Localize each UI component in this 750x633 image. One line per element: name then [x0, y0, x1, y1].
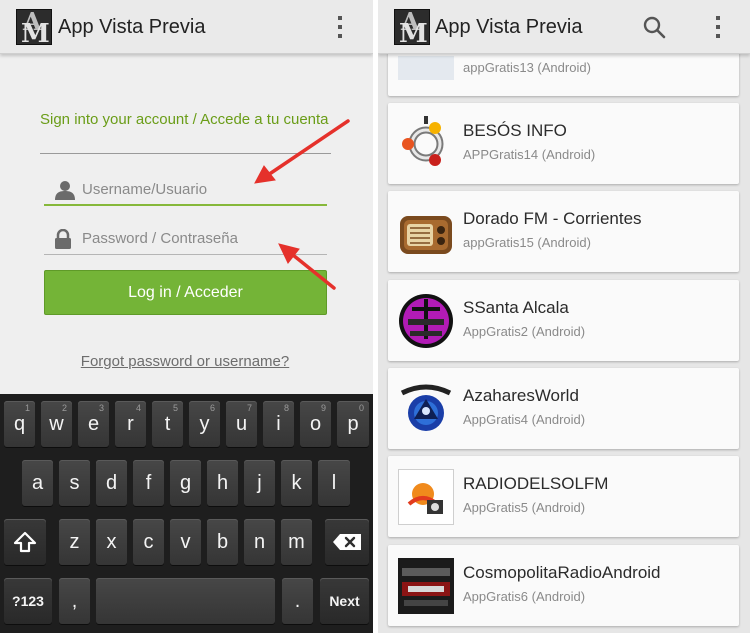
key-b[interactable]: b	[207, 519, 238, 565]
app-list-item[interactable]: RADIODELSOLFM AppGratis5 (Android)	[388, 456, 739, 537]
key-u[interactable]: u7	[226, 401, 257, 447]
annotation-arrows	[254, 119, 350, 290]
app-list-screen: A M App Vista Previa appGratis13 (Androi…	[378, 0, 750, 633]
app-subtitle: AppGratis2 (Android)	[463, 324, 586, 339]
key-d[interactable]: d	[96, 460, 127, 506]
key-l[interactable]: l	[318, 460, 350, 506]
search-icon[interactable]	[642, 15, 666, 39]
space-key[interactable]	[96, 578, 275, 624]
app-list-item[interactable]: CosmopolitaRadioAndroid AppGratis6 (Andr…	[388, 545, 739, 626]
app-name: Dorado FM - Corrientes	[463, 209, 642, 228]
logo-letter-m: M	[21, 19, 50, 45]
app-list-item[interactable]: AzaharesWorld AppGratis4 (Android)	[388, 368, 739, 449]
app-name: BESÓS INFO	[463, 121, 567, 140]
key-h[interactable]: h	[207, 460, 238, 506]
symbols-key[interactable]: ?123	[4, 578, 52, 624]
shift-arrow-icon	[13, 531, 37, 553]
key-p[interactable]: p0	[337, 401, 369, 447]
app-subtitle: APPGratis14 (Android)	[463, 147, 596, 162]
radiodelsol-logo-icon	[398, 469, 454, 525]
password-arrow	[291, 253, 336, 290]
azahares-logo-icon	[398, 381, 454, 437]
username-arrow-head	[254, 165, 276, 184]
key-a[interactable]: a	[22, 460, 53, 506]
app-list-item[interactable]: BESÓS INFO APPGratis14 (Android)	[388, 103, 739, 184]
app-thumbnail-partial	[398, 56, 454, 80]
app-title: App Vista Previa	[58, 16, 206, 38]
app-name: RADIODELSOLFM	[463, 474, 609, 493]
app-logo[interactable]: A M	[16, 9, 52, 45]
cosmopolita-logo-icon	[398, 558, 454, 614]
key-c[interactable]: c	[133, 519, 164, 565]
radio-icon	[398, 204, 454, 260]
app-subtitle: AppGratis6 (Android)	[463, 589, 586, 604]
key-g[interactable]: g	[170, 460, 201, 506]
key-k[interactable]: k	[281, 460, 312, 506]
app-name: SSanta Alcala	[463, 298, 569, 317]
username-arrow	[266, 119, 350, 177]
app-list-item[interactable]: Dorado FM - Corrientes appGratis15 (Andr…	[388, 191, 739, 272]
key-z[interactable]: z	[59, 519, 90, 565]
ubuntu-logo-icon	[398, 116, 454, 172]
key-y[interactable]: y6	[189, 401, 220, 447]
keyboard-row-1: q1 w2 e3 r4 t5 y6 u7 i8 o9 p0	[0, 401, 373, 447]
soft-keyboard: q1 w2 e3 r4 t5 y6 u7 i8 o9 p0 a s d f g …	[0, 394, 373, 633]
app-list-item[interactable]: SSanta Alcala AppGratis2 (Android)	[388, 280, 739, 361]
key-f[interactable]: f	[133, 460, 164, 506]
action-bar: A M App Vista Previa	[0, 0, 373, 54]
key-t[interactable]: t5	[152, 401, 183, 447]
app-title-right: App Vista Previa	[435, 16, 583, 38]
keyboard-row-3: z x c v b n m	[0, 519, 373, 565]
app-subtitle: appGratis13 (Android)	[463, 60, 591, 75]
app-name: CosmopolitaRadioAndroid	[463, 563, 661, 582]
overflow-menu-icon-right[interactable]	[710, 14, 726, 40]
key-i[interactable]: i8	[263, 401, 294, 447]
key-s[interactable]: s	[59, 460, 90, 506]
key-o[interactable]: o9	[300, 401, 331, 447]
period-key[interactable]: .	[282, 578, 313, 624]
key-e[interactable]: e3	[78, 401, 109, 447]
key-j[interactable]: j	[244, 460, 275, 506]
app-subtitle: AppGratis5 (Android)	[463, 500, 586, 515]
next-key[interactable]: Next	[320, 578, 369, 624]
backspace-icon	[333, 534, 361, 550]
action-bar-right: A M App Vista Previa	[378, 0, 750, 54]
keyboard-row-4: ?123 , . Next	[0, 578, 373, 624]
key-r[interactable]: r4	[115, 401, 146, 447]
overflow-menu-icon[interactable]	[332, 14, 348, 40]
key-v[interactable]: v	[170, 519, 201, 565]
comma-key[interactable]: ,	[59, 578, 90, 624]
password-arrow-head	[278, 243, 300, 264]
key-m[interactable]: m	[281, 519, 312, 565]
key-n[interactable]: n	[244, 519, 275, 565]
app-name: AzaharesWorld	[463, 386, 579, 405]
app-subtitle: appGratis15 (Android)	[463, 235, 591, 250]
key-q[interactable]: q1	[4, 401, 35, 447]
logo-letter-m-right: M	[399, 19, 428, 45]
login-screen: A M App Vista Previa Sign into your acco…	[0, 0, 373, 633]
keyboard-row-2: a s d f g h j k l	[0, 460, 373, 506]
cross-emblem-icon	[398, 293, 454, 349]
shift-key[interactable]	[4, 519, 46, 565]
app-logo-right[interactable]: A M	[394, 9, 430, 45]
key-x[interactable]: x	[96, 519, 127, 565]
backspace-key[interactable]	[325, 519, 369, 565]
app-subtitle: AppGratis4 (Android)	[463, 412, 586, 427]
key-w[interactable]: w2	[41, 401, 72, 447]
